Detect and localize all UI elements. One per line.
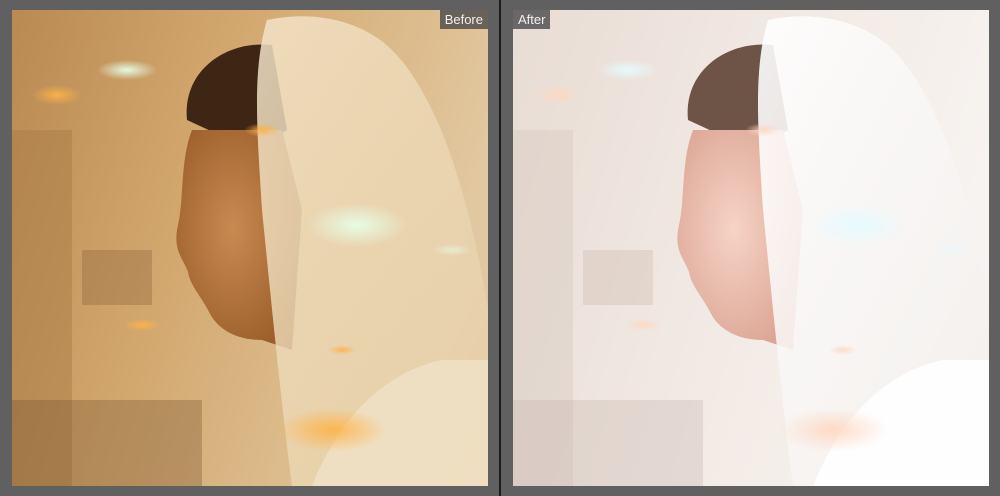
before-photo[interactable] <box>12 10 488 486</box>
after-photo-image <box>513 10 989 486</box>
before-label: Before <box>439 10 488 29</box>
after-photo[interactable] <box>513 10 989 486</box>
after-label: After <box>513 10 551 29</box>
before-pane[interactable]: Before <box>0 0 499 496</box>
after-pane[interactable]: After <box>501 0 1000 496</box>
before-photo-image <box>12 10 488 486</box>
compare-workspace: Before After <box>0 0 1000 496</box>
